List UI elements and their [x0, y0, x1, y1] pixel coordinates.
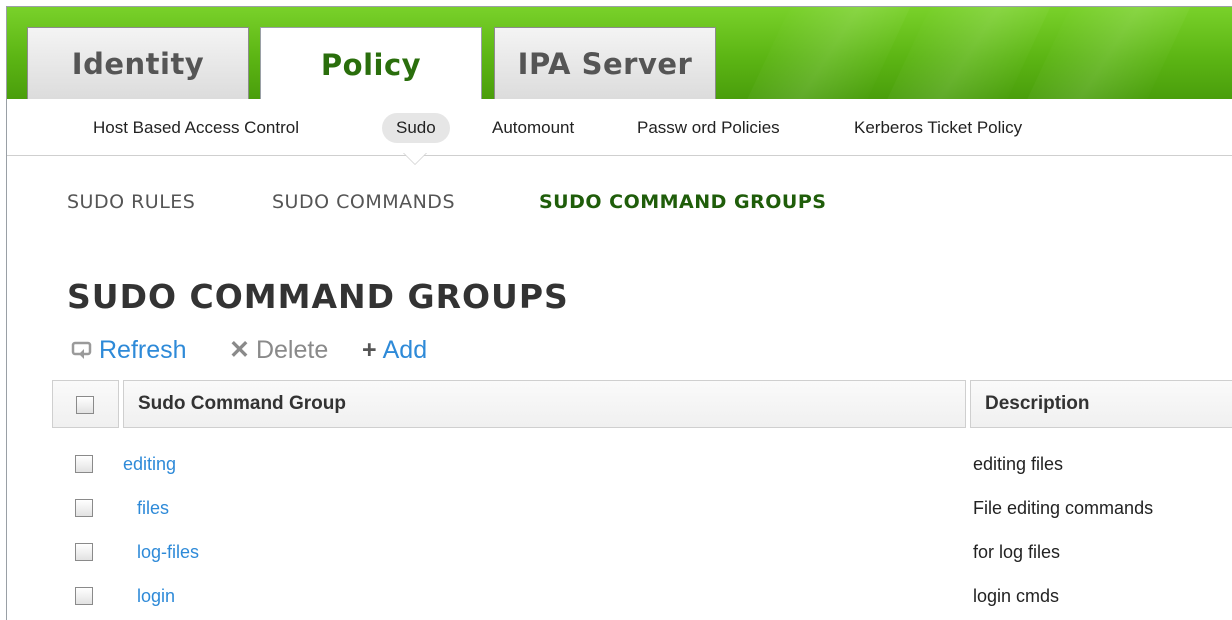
active-indicator-inner [404, 153, 426, 164]
add-button[interactable]: + Add [362, 333, 427, 367]
header-decoration [734, 7, 920, 99]
facet-sudo-commands[interactable]: SUDO COMMANDS [272, 191, 455, 213]
subnav-item-hbac[interactable]: Host Based Access Control [93, 113, 299, 143]
app-window: Identity Policy IPA Server Host Based Ac… [6, 6, 1232, 620]
row-name-link[interactable]: editing [123, 442, 176, 486]
row-description: File editing commands [973, 498, 1154, 518]
row-checkbox[interactable] [75, 543, 93, 561]
row-name-link[interactable]: log-files [137, 530, 199, 574]
table-row: editing editing files [52, 442, 1232, 486]
delete-button[interactable]: ✕ Delete [229, 333, 328, 367]
header-bar: Identity Policy IPA Server [7, 7, 1232, 99]
close-icon: ✕ [229, 336, 250, 364]
refresh-button[interactable]: Refresh [71, 333, 187, 367]
row-checkbox[interactable] [75, 587, 93, 605]
facet-sudo-rules[interactable]: SUDO RULES [67, 191, 195, 213]
table-row: log-files for log files [52, 530, 1232, 574]
tab-label: IPA Server [517, 46, 693, 81]
row-description: for log files [973, 542, 1061, 562]
select-all-cell [52, 380, 119, 428]
subnav-item-password-policies[interactable]: Passw ord Policies [637, 113, 780, 143]
column-header-description[interactable]: Description [970, 380, 1232, 428]
row-description: login cmds [973, 586, 1060, 606]
table-header: Sudo Command Group Description [52, 380, 1232, 428]
page-title: SUDO COMMAND GROUPS [67, 277, 569, 316]
delete-label: Delete [255, 336, 329, 364]
table-row: login login cmds [52, 574, 1232, 618]
tab-label: Identity [71, 46, 205, 81]
row-checkbox[interactable] [75, 499, 93, 517]
row-name-link[interactable]: login [137, 574, 175, 618]
select-all-checkbox[interactable] [76, 396, 94, 414]
tab-ipa-server[interactable]: IPA Server [494, 27, 716, 99]
row-checkbox[interactable] [75, 455, 93, 473]
refresh-icon [71, 333, 93, 367]
row-description: editing files [973, 454, 1064, 474]
subnav-item-kerberos-ticket-policy[interactable]: Kerberos Ticket Policy [854, 113, 1022, 143]
tab-label: Policy [320, 47, 422, 82]
subnav-item-automount[interactable]: Automount [492, 113, 574, 143]
tab-identity[interactable]: Identity [27, 27, 249, 99]
column-header-sudo-command-group[interactable]: Sudo Command Group [123, 380, 966, 428]
plus-icon: + [362, 336, 377, 364]
subnav-item-sudo[interactable]: Sudo [382, 113, 450, 143]
facet-sudo-command-groups[interactable]: SUDO COMMAND GROUPS [539, 191, 826, 213]
sub-navigation: Host Based Access Control Sudo Automount… [7, 99, 1232, 156]
add-label: Add [382, 336, 428, 364]
tab-policy[interactable]: Policy [260, 27, 482, 99]
row-name-link[interactable]: files [137, 486, 169, 530]
refresh-label: Refresh [99, 336, 187, 364]
table-row: files File editing commands [52, 486, 1232, 530]
